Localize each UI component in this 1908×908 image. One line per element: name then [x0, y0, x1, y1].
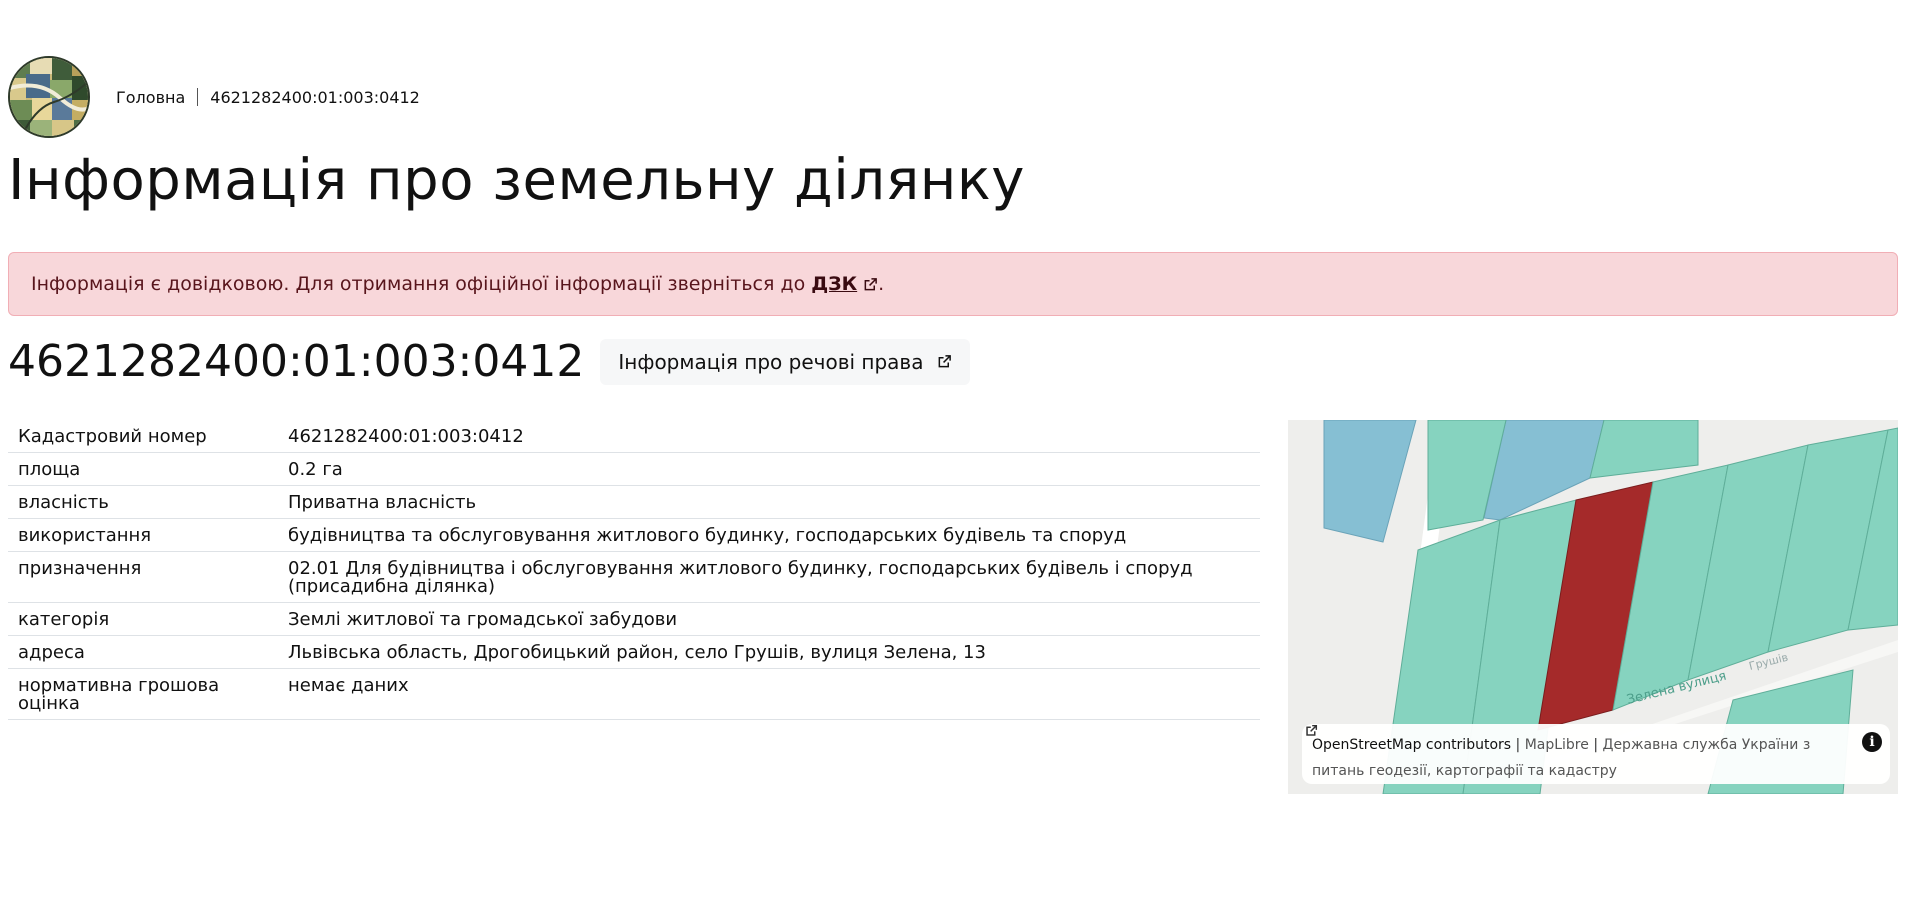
property-rights-button[interactable]: Інформація про речові права: [600, 338, 971, 385]
external-link-icon: [939, 355, 952, 368]
row-value: 4621282400:01:003:0412: [278, 420, 1260, 453]
table-row: нормативна грошова оцінка немає даних: [8, 668, 1260, 720]
row-key: Кадастровий номер: [8, 420, 278, 453]
external-link-icon: [864, 277, 878, 290]
row-value: Приватна власність: [278, 485, 1260, 519]
row-key: власність: [8, 485, 278, 519]
row-value: 02.01 Для будівництва і обслуговування ж…: [278, 551, 1260, 603]
osm-attribution-link[interactable]: OpenStreetMap contributors: [1312, 737, 1511, 753]
table-row: Кадастровий номер 4621282400:01:003:0412: [8, 420, 1260, 453]
row-key: використання: [8, 518, 278, 552]
dzk-link-label: ДЗК: [811, 273, 858, 295]
alert-suffix: .: [878, 273, 885, 295]
row-key: адреса: [8, 635, 278, 669]
property-rights-label: Інформація про речові права: [618, 349, 924, 374]
alert-text: Інформація є довідковою. Для отримання о…: [31, 273, 806, 295]
parcel-details-table: Кадастровий номер 4621282400:01:003:0412…: [8, 420, 1260, 720]
map-attribution: OpenStreetMap contributors | MapLibre | …: [1302, 724, 1890, 784]
external-link-icon: [1306, 724, 1318, 736]
disclaimer-alert: Інформація є довідковою. Для отримання о…: [8, 252, 1898, 316]
row-value: немає даних: [278, 668, 1260, 720]
header: Головна 4621282400:01:003:0412: [8, 56, 420, 138]
logo-mosaic-icon: [10, 58, 88, 136]
row-key: категорія: [8, 602, 278, 636]
attribution-separator: |: [1593, 737, 1599, 753]
page-title: Інформація про земельну ділянку: [8, 148, 1025, 213]
cadastral-map[interactable]: Зелена вулиця Грушів OpenStreetMap contr…: [1288, 420, 1898, 794]
attribution-info-icon[interactable]: i: [1862, 732, 1882, 752]
maplibre-link[interactable]: MapLibre: [1525, 737, 1589, 753]
logo[interactable]: [8, 56, 90, 138]
table-row: категорія Землі житлової та громадської …: [8, 602, 1260, 636]
dzk-link[interactable]: ДЗК: [811, 273, 878, 295]
parcel-heading: 4621282400:01:003:0412 Інформація про ре…: [8, 336, 971, 387]
table-row: призначення 02.01 Для будівництва і обсл…: [8, 551, 1260, 603]
row-value: Львівська область, Дрогобицький район, с…: [278, 635, 1260, 669]
row-key: призначення: [8, 551, 278, 603]
breadcrumb-home-link[interactable]: Головна: [116, 88, 185, 107]
table-row: власність Приватна власність: [8, 485, 1260, 519]
breadcrumb: Головна 4621282400:01:003:0412: [116, 88, 420, 107]
parcel-id: 4621282400:01:003:0412: [8, 336, 585, 387]
breadcrumb-separator: [197, 88, 199, 106]
table-row: адреса Львівська область, Дрогобицький р…: [8, 635, 1260, 669]
breadcrumb-current: 4621282400:01:003:0412: [210, 87, 420, 107]
table-row: використання будівництва та обслуговуван…: [8, 518, 1260, 552]
attribution-separator: |: [1515, 737, 1521, 753]
table-row: площа 0.2 га: [8, 452, 1260, 486]
row-key: нормативна грошова оцінка: [8, 668, 278, 720]
row-value: Землі житлової та громадської забудови: [278, 602, 1260, 636]
row-key: площа: [8, 452, 278, 486]
row-value: 0.2 га: [278, 452, 1260, 486]
row-value: будівництва та обслуговування житлового …: [278, 518, 1260, 552]
